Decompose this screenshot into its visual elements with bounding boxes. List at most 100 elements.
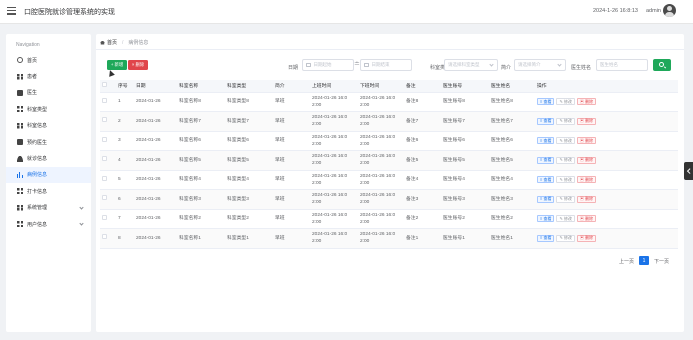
sidebar-item[interactable]: 用户信息 — [6, 216, 91, 232]
grid-icon — [17, 106, 23, 113]
nav-title: Navigation — [16, 42, 40, 48]
row-checkbox[interactable] — [102, 234, 107, 240]
select-all-checkbox[interactable] — [100, 80, 116, 93]
username[interactable]: admin — [646, 8, 661, 14]
view-button[interactable]: ≡ 查看 — [537, 117, 555, 125]
cell-value: 科室名称4 — [179, 177, 201, 183]
row-checkbox[interactable] — [102, 117, 107, 123]
row-checkbox[interactable] — [102, 214, 107, 220]
table-cell: 早班 — [273, 209, 310, 229]
edit-button[interactable]: ✎ 修改 — [556, 117, 575, 125]
view-button[interactable]: ≡ 查看 — [537, 137, 555, 145]
edit-button[interactable]: ✎ 修改 — [556, 215, 575, 223]
cell-value: 备注1 — [406, 235, 419, 241]
table-cell: 2024-01-26 16:0 2:00 — [310, 209, 358, 229]
breadcrumb-home[interactable]: 首页 — [107, 39, 117, 46]
side-collapse-tab[interactable] — [684, 162, 693, 180]
table-cell: 8 — [116, 228, 134, 249]
sidebar-item[interactable]: 科室信息 — [6, 118, 91, 134]
cell-value: 5 — [118, 177, 121, 183]
delete-button[interactable]: × 删除 — [128, 60, 148, 70]
delete-row-button[interactable]: ▣ 删除 — [576, 156, 597, 164]
sidebar-item[interactable]: 病例信息 — [6, 166, 91, 184]
dept-select[interactable]: 请选择科室类型 — [444, 59, 498, 71]
status-placeholder: 请选择简介 — [518, 62, 541, 67]
sidebar-item[interactable]: 就诊信息 — [6, 150, 91, 166]
edit-button[interactable]: ✎ 修改 — [556, 234, 575, 242]
row-checkbox[interactable] — [102, 175, 107, 181]
sidebar-item[interactable]: 首页 — [6, 52, 91, 68]
delete-row-button[interactable]: ▣ 删除 — [576, 137, 597, 145]
row-checkbox[interactable] — [102, 97, 107, 103]
sidebar-item[interactable]: 打卡信息 — [6, 183, 91, 199]
date-start-input[interactable]: 日期起始 — [302, 59, 354, 71]
table-cell: 2024-01-26 16:0 2:00 — [358, 228, 404, 249]
row-checkbox[interactable] — [102, 195, 107, 201]
delete-row-button[interactable]: ▣ 删除 — [576, 176, 597, 184]
cell-value: 2024-01-26 16:0 2:00 — [360, 154, 396, 167]
table-cell: 科室名称2 — [177, 209, 225, 229]
table-cell: 2024-01-26 — [134, 170, 177, 190]
delete-row-button[interactable]: ▣ 删除 — [576, 98, 597, 106]
table-cell: 早班 — [273, 111, 310, 132]
edit-button[interactable]: ✎ 修改 — [556, 176, 575, 184]
date-end-input[interactable]: 日期结束 — [360, 59, 412, 71]
row-checkbox[interactable] — [102, 136, 107, 142]
view-button[interactable]: ≡ 查看 — [537, 156, 555, 164]
sidebar-item[interactable]: 患者 — [6, 68, 91, 84]
delete-row-button[interactable]: ▣ 删除 — [576, 195, 597, 203]
calendar-icon — [364, 62, 369, 68]
pagination-next[interactable]: 下一页 — [654, 258, 669, 265]
view-button[interactable]: ≡ 查看 — [537, 234, 555, 242]
avatar[interactable] — [663, 4, 676, 17]
table-cell: 3 — [116, 131, 134, 151]
add-button[interactable]: + 新增 — [107, 60, 127, 70]
table-cell: 2024-01-26 — [134, 92, 177, 112]
edit-button[interactable]: ✎ 修改 — [556, 156, 575, 164]
table-cell: 科室类型6 — [225, 131, 273, 151]
status-select[interactable]: 请选择简介 — [514, 59, 566, 71]
table-cell: 2024-01-26 16:0 2:00 — [358, 150, 404, 171]
doctor-name-input[interactable]: 医生姓名 — [596, 59, 648, 71]
row-checkbox[interactable] — [102, 156, 107, 162]
actions-cell: ≡ 查看 ✎ 修改 ▣ 删除 — [535, 170, 678, 190]
table-cell: 2024-01-26 — [134, 209, 177, 229]
grid-icon — [17, 122, 23, 129]
view-button[interactable]: ≡ 查看 — [537, 215, 555, 223]
edit-button[interactable]: ✎ 修改 — [556, 98, 575, 106]
checkbox[interactable] — [102, 82, 107, 88]
table-cell: 2024-01-26 16:0 2:00 — [310, 189, 358, 210]
doctor-placeholder: 医生姓名 — [600, 62, 618, 67]
view-button[interactable]: ≡ 查看 — [537, 176, 555, 184]
view-button[interactable]: ≡ 查看 — [537, 195, 555, 203]
edit-button[interactable]: ✎ 修改 — [556, 137, 575, 145]
cell-value: 早班 — [275, 177, 285, 183]
table-cell: 2024-01-26 — [134, 189, 177, 210]
sidebar-item-label: 病例信息 — [27, 172, 48, 179]
cell-value: 2024-01-26 16:0 2:00 — [360, 232, 396, 245]
delete-row-button[interactable]: ▣ 删除 — [576, 215, 597, 223]
sidebar-item[interactable]: 科室类型 — [6, 101, 91, 117]
table-cell: 2024-01-26 16:0 2:00 — [310, 170, 358, 190]
sidebar-item[interactable]: 系统管理 — [6, 200, 91, 216]
cell-value: 2024-01-26 16:0 2:00 — [312, 134, 348, 147]
table-cell: 医生账号1 — [441, 228, 489, 249]
pagination-prev[interactable]: 上一页 — [619, 258, 634, 265]
cell-value: 2024-01-26 — [136, 118, 161, 124]
pagination-page-1[interactable]: 1 — [639, 256, 649, 265]
sidebar-item[interactable]: 预约医生 — [6, 134, 91, 150]
search-button[interactable] — [653, 59, 671, 71]
grid-icon — [17, 204, 23, 211]
chevron-down-icon — [489, 62, 494, 67]
home-icon — [17, 57, 23, 64]
delete-row-button[interactable]: ▣ 删除 — [576, 234, 597, 242]
table-cell: 科室类型1 — [225, 228, 273, 249]
view-button[interactable]: ≡ 查看 — [537, 98, 555, 106]
edit-button[interactable]: ✎ 修改 — [556, 195, 575, 203]
mouse-cursor-icon — [107, 69, 115, 77]
row-actions: ≡ 查看 ✎ 修改 ▣ 删除 — [537, 156, 676, 164]
sidebar-item[interactable]: 医生 — [6, 85, 91, 101]
table-row: 4 2024-01-26 科室名称5 科室类型5 早班 2024-01-26 16:0 2… — [100, 150, 678, 171]
delete-row-button[interactable]: ▣ 删除 — [576, 117, 597, 125]
menu-toggle-icon[interactable] — [7, 7, 16, 16]
